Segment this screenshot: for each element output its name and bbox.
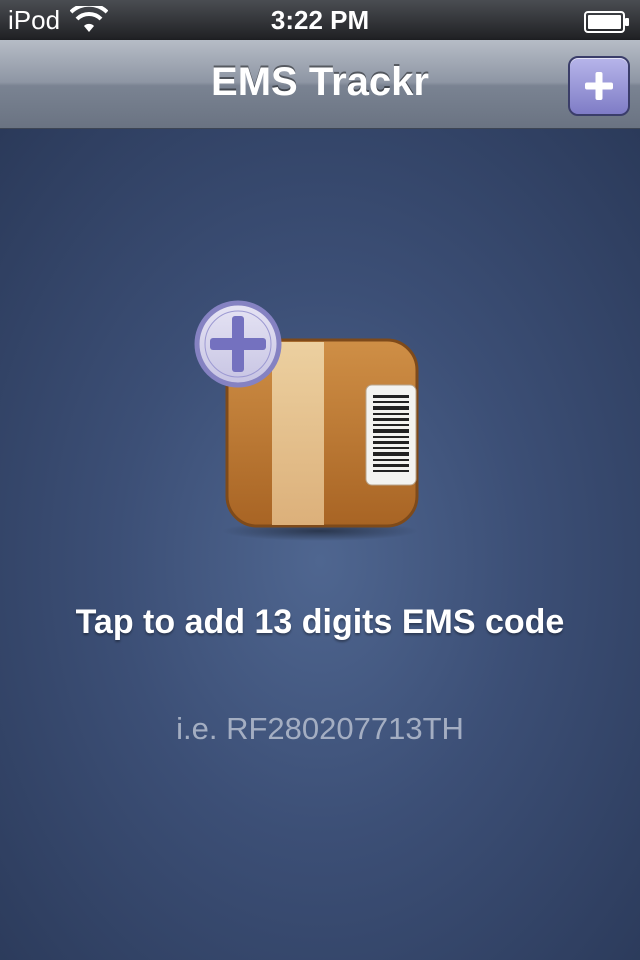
add-code-prompt: Tap to add 13 digits EMS code — [75, 603, 565, 641]
example-code: i.e. RF280207713TH — [176, 711, 464, 746]
add-package-illustration[interactable] — [190, 299, 430, 549]
plus-icon — [585, 72, 613, 100]
status-time: 3:22 PM — [270, 5, 370, 35]
navigation-bar: EMS Trackr — [0, 40, 640, 129]
add-code-button[interactable] — [568, 56, 630, 116]
nav-title: EMS Trackr — [211, 60, 429, 104]
plus-badge-icon — [194, 300, 282, 388]
status-bar: iPod 3:22 PM — [0, 0, 640, 40]
main-content: Tap to add 13 digits EMS code i.e. RF280… — [0, 129, 640, 960]
battery-icon — [584, 9, 630, 33]
